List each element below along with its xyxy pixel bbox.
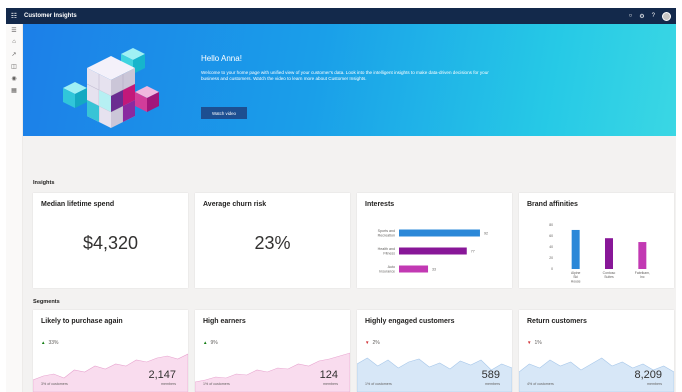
brand-bar[interactable]	[638, 242, 647, 269]
share-icon[interactable]: ↗	[6, 48, 22, 60]
average-churn-risk-value: 23%	[254, 233, 291, 253]
bell-icon[interactable]: ○	[629, 13, 633, 19]
avatar[interactable]	[662, 11, 671, 21]
segment-card-highly-engaged[interactable]: Highly engaged customers ▼ 2% 1% of custo…	[357, 310, 512, 392]
insights-section-label: Insights	[33, 180, 55, 186]
segment-change: 33%	[48, 340, 59, 346]
interest-label: Auto Insurance	[379, 265, 395, 273]
card-title: Average churn risk	[203, 201, 267, 208]
interest-value: 77	[471, 249, 475, 253]
people-icon[interactable]: ◫	[6, 60, 22, 72]
segment-change: 2%	[372, 340, 380, 346]
hero-message: Welcome to your home page with unified v…	[201, 70, 489, 82]
cubes-illustration	[63, 48, 159, 128]
interest-bar[interactable]	[399, 229, 480, 237]
main-content: Hello Anna! Welcome to your home page wi…	[23, 24, 676, 392]
interest-label: Health and Fitness	[378, 247, 396, 255]
average-churn-risk-card[interactable]: Average churn risk 23%	[195, 193, 350, 288]
brand-bar[interactable]	[571, 229, 580, 269]
median-lifetime-spend-card[interactable]: Median lifetime spend $4,320	[33, 193, 188, 288]
brand-affinities-card[interactable]: Brand affinities 0 20 40 60 80 Alpine Ski House…	[519, 193, 674, 288]
y-tick-label: 40	[549, 245, 553, 249]
segment-card-high-earners[interactable]: High earners ▲ 9% 1% of customers 124 mem…	[195, 310, 350, 392]
trend-down-icon: ▼	[527, 340, 532, 345]
hamburger-icon[interactable]: ☰	[6, 24, 22, 36]
members-label: members	[647, 382, 662, 386]
card-title: Return customers	[527, 318, 587, 325]
document-icon[interactable]: ▦	[6, 84, 22, 96]
segment-count: 589	[481, 369, 500, 381]
interest-value: 92	[484, 231, 488, 235]
segment-count: 2,147	[148, 369, 176, 381]
nav-rail: ☰ ⌂ ↗ ◫ ◉ ▦	[6, 24, 23, 392]
tag-icon[interactable]: ◉	[6, 72, 22, 84]
gear-icon[interactable]: ⚙	[639, 13, 644, 20]
interest-label: Sports and Recreation	[378, 229, 395, 237]
segment-share: 3% of customers	[41, 382, 68, 386]
members-label: members	[323, 382, 338, 386]
interest-bar[interactable]	[399, 265, 429, 273]
home-icon[interactable]: ⌂	[6, 36, 22, 48]
segment-share: 1% of customers	[203, 382, 230, 386]
app-launcher-icon[interactable]: ☷	[6, 8, 22, 24]
trend-down-icon: ▼	[365, 340, 370, 345]
app-frame: ☷ Customer Insights ○ ⚙ ? ☰ ⌂ ↗ ◫ ◉ ▦ He…	[6, 8, 676, 392]
brand-affinities-chart: 0 20 40 60 80 Alpine Ski House Contoso Suites Fabr…	[549, 223, 650, 283]
segments-section-label: Segments	[33, 299, 60, 305]
segment-card-likely-to-purchase[interactable]: Likely to purchase again ▲ 33% 3% of cust…	[33, 310, 188, 392]
card-title: Likely to purchase again	[41, 318, 123, 325]
segment-count: 8,209	[634, 369, 662, 381]
card-title: High earners	[203, 318, 246, 325]
interests-chart: Sports and Recreation 92 Health and Fitness 7…	[378, 229, 488, 273]
segment-change: 1%	[534, 340, 542, 346]
members-label: members	[161, 382, 176, 386]
segment-count: 124	[319, 369, 338, 381]
y-tick-label: 60	[549, 234, 553, 238]
brand-label: Fabrikam, Inc	[635, 271, 650, 279]
brand-label: Contoso Suites	[603, 271, 616, 279]
segment-share: 4% of customers	[527, 382, 554, 386]
brand-bar[interactable]	[605, 238, 613, 269]
interest-value: 33	[432, 267, 436, 271]
help-icon[interactable]: ?	[652, 13, 655, 19]
app-title: Customer Insights	[24, 13, 77, 19]
y-tick-label: 0	[551, 267, 553, 271]
brand-label: Alpine Ski House	[571, 271, 581, 283]
card-title: Median lifetime spend	[41, 201, 115, 208]
y-tick-label: 80	[549, 223, 553, 227]
segment-share: 1% of customers	[365, 382, 392, 386]
top-bar: ☷ Customer Insights ○ ⚙ ?	[6, 8, 676, 24]
trend-up-icon: ▲	[41, 340, 46, 345]
card-title: Highly engaged customers	[365, 318, 455, 325]
hero-greeting: Hello Anna!	[201, 54, 242, 63]
interest-bar[interactable]	[399, 247, 467, 255]
y-tick-label: 20	[549, 256, 553, 260]
median-lifetime-spend-value: $4,320	[82, 233, 139, 253]
segment-change: 9%	[210, 340, 218, 346]
trend-up-icon: ▲	[203, 340, 208, 345]
interests-card[interactable]: Interests Sports and Recreation 92 Health a…	[357, 193, 512, 288]
watch-video-button[interactable]: Watch video	[201, 107, 247, 119]
hero-banner: Hello Anna! Welcome to your home page wi…	[23, 24, 676, 136]
segment-card-return-customers[interactable]: Return customers ▼ 1% 4% of customers 8,2…	[519, 310, 674, 392]
members-label: members	[485, 382, 500, 386]
